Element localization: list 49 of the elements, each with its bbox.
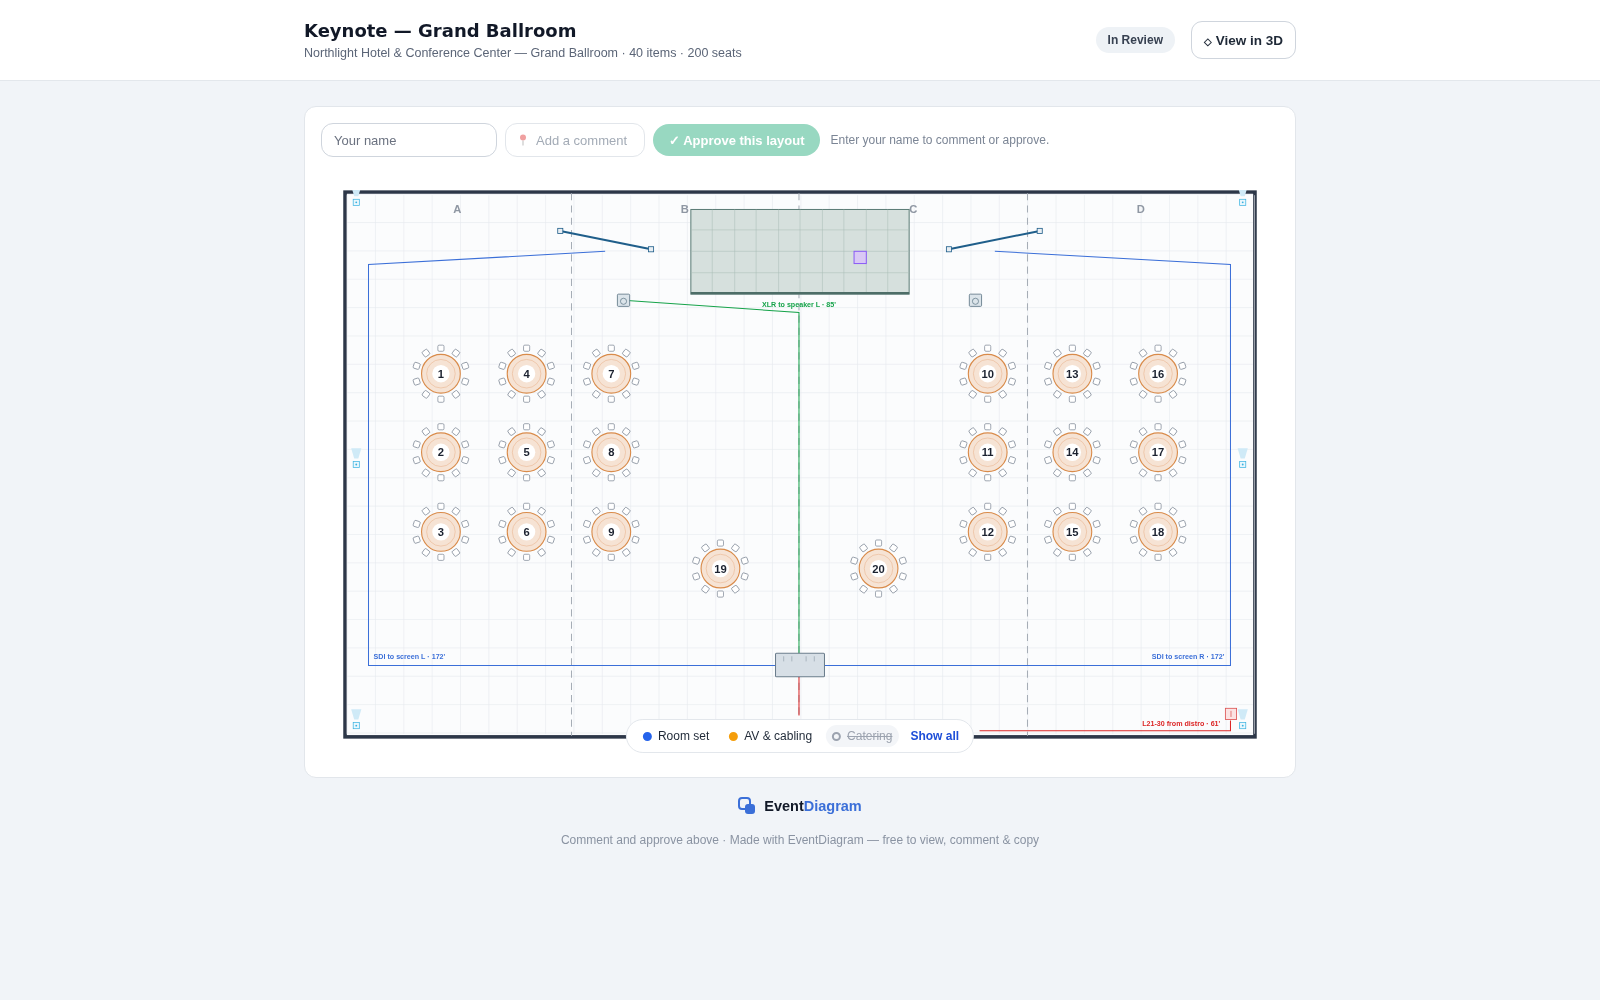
round-table: 11 bbox=[959, 423, 1017, 482]
round-table: 6 bbox=[498, 502, 556, 561]
cable-label: SDI to screen L · 172' bbox=[373, 653, 446, 662]
round-table: 18 bbox=[1129, 502, 1187, 561]
round-table: 19 bbox=[691, 539, 749, 598]
round-table: 16 bbox=[1129, 344, 1187, 403]
hint-text: Enter your name to comment or approve. bbox=[830, 133, 1050, 147]
round-table: 9 bbox=[582, 502, 640, 561]
zone-label: A bbox=[453, 202, 462, 215]
round-table: 7 bbox=[582, 344, 640, 403]
light-fixture-icon bbox=[351, 709, 362, 730]
view-3d-button[interactable]: ◇ View in 3D bbox=[1190, 21, 1296, 59]
round-table: 17 bbox=[1129, 423, 1187, 482]
round-table: 5 bbox=[498, 423, 556, 482]
zone-label: B bbox=[680, 202, 689, 215]
light-fixture-icon bbox=[1237, 190, 1248, 206]
round-table: 1 bbox=[412, 344, 470, 403]
cable-label: SDI to screen R · 172' bbox=[1151, 653, 1225, 662]
round-table: 10 bbox=[959, 344, 1017, 403]
round-table: 4 bbox=[498, 344, 556, 403]
logo-icon bbox=[738, 797, 757, 815]
show-all-link[interactable]: Show all bbox=[906, 725, 964, 747]
legend-toggle[interactable]: AV & cabling bbox=[723, 725, 819, 747]
round-table: 3 bbox=[412, 502, 470, 561]
round-table: 8 bbox=[582, 423, 640, 482]
zone-label: C bbox=[909, 202, 918, 215]
power-outlet-icon bbox=[1224, 707, 1237, 720]
round-table: 15 bbox=[1043, 502, 1101, 561]
mixer-console bbox=[775, 652, 825, 678]
pin-icon bbox=[519, 134, 527, 146]
round-table: 13 bbox=[1043, 344, 1101, 403]
round-table: 14 bbox=[1043, 423, 1101, 482]
status-badge: In Review bbox=[1095, 27, 1175, 53]
round-table: 12 bbox=[959, 502, 1017, 561]
cable-label: XLR to speaker L · 85' bbox=[761, 301, 836, 310]
round-table: 20 bbox=[850, 539, 907, 598]
light-fixture-icon bbox=[351, 190, 362, 206]
round-table: 2 bbox=[412, 423, 470, 482]
page-title: Keynote — Grand Ballroom bbox=[304, 20, 578, 41]
light-fixture-icon bbox=[1237, 448, 1248, 468]
brand-name: EventDiagram bbox=[764, 798, 862, 814]
zone-label: D bbox=[1136, 202, 1145, 215]
name-field[interactable]: Your name bbox=[321, 123, 497, 157]
light-fixture-icon bbox=[1237, 709, 1248, 730]
footer-note: Comment and approve above · Made with EventDiagram — free to view, comment & copy bbox=[560, 833, 1040, 847]
legend-toggle[interactable]: Room set bbox=[636, 725, 716, 747]
page-subtitle: Northlight Hotel & Conference Center — Grand Ballroom · 40 items · 200 seats bbox=[304, 46, 742, 60]
light-fixture-icon bbox=[351, 448, 362, 468]
cable-label: L21-30 from distro · 61' bbox=[1142, 719, 1221, 728]
